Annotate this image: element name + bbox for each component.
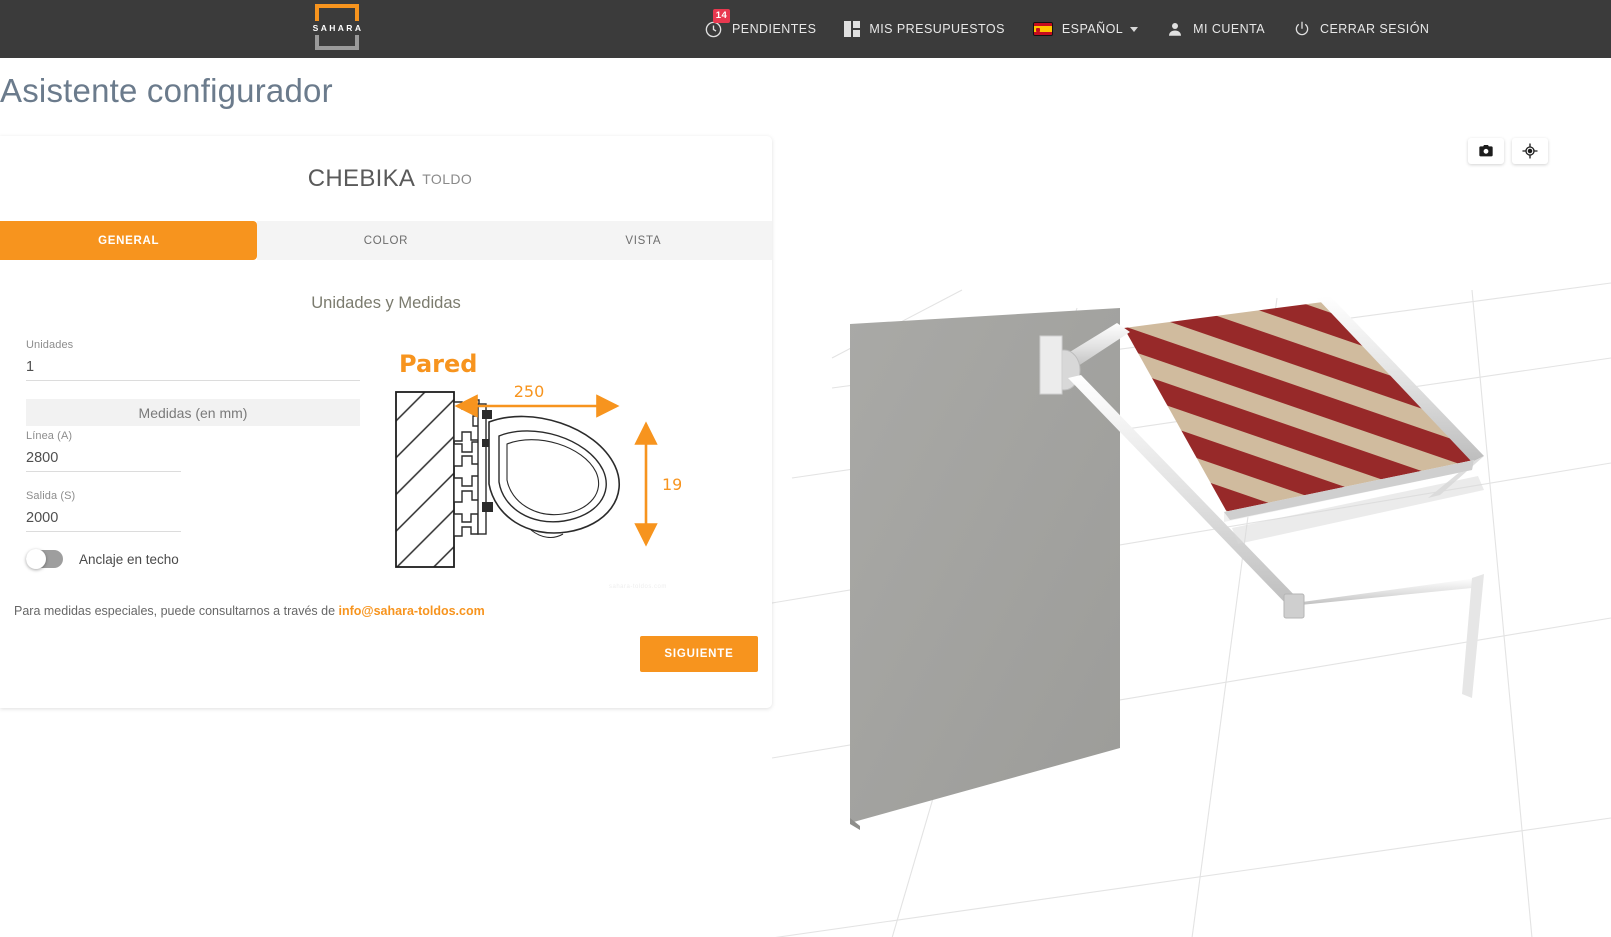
pared-label: Pared (399, 350, 478, 378)
nav-label-mis-presupuestos: MIS PRESUPUESTOS (869, 22, 1005, 36)
card-header: CHEBIKA TOLDO (0, 136, 772, 221)
model-type: TOLDO (422, 170, 473, 187)
nav-label-mi-cuenta: MI CUENTA (1193, 22, 1266, 36)
profile-bolt-bottom (482, 502, 493, 512)
profile-rail (477, 403, 487, 535)
toggle-knob (26, 549, 46, 569)
logo-top-shape (315, 4, 359, 21)
nav-item-pendientes[interactable]: 14 PENDIENTES (690, 0, 830, 58)
contact-email-link[interactable]: info@sahara-toldos.com (339, 604, 485, 618)
mounting-profile (453, 399, 480, 537)
card-body: Unidades 1 Medidas (en mm) Línea (A) 280… (0, 339, 772, 590)
nav-label-pendientes: PENDIENTES (732, 22, 817, 36)
nav-label-idioma: ESPAÑOL (1061, 22, 1124, 36)
unidades-input[interactable]: 1 (26, 351, 360, 381)
target-icon (1522, 143, 1538, 159)
dashboard-grid-icon (844, 21, 861, 37)
page-title: Asistente configurador (0, 72, 333, 109)
3d-awning-render[interactable] (772, 58, 1611, 937)
logo-wordmark: SAHARA (312, 23, 364, 33)
anclaje-toggle-label: Anclaje en techo (79, 551, 179, 567)
viewport-controls (1468, 138, 1548, 164)
field-label-linea: Línea (A) (26, 430, 73, 442)
nav-item-mi-cuenta[interactable]: MI CUENTA (1152, 0, 1279, 58)
field-label-unidades: Unidades (26, 339, 74, 351)
spain-flag-icon (1032, 22, 1053, 36)
diagram-column: 250 196 Pared sahara-toldos.com (371, 339, 772, 590)
field-linea[interactable]: Línea (A) 2800 (26, 430, 371, 472)
field-unidades[interactable]: Unidades 1 (26, 339, 371, 381)
chevron-down-icon[interactable] (1130, 26, 1139, 32)
technical-diagram: 250 196 Pared sahara-toldos.com (381, 344, 693, 609)
person-icon (1166, 20, 1184, 38)
top-navigation-bar: SAHARA 14 PENDIENTES MIS PRESUPUESTOS ES… (0, 0, 1611, 58)
form-column: Unidades 1 Medidas (en mm) Línea (A) 280… (26, 339, 371, 569)
nav-item-mis-presupuestos[interactable]: MIS PRESUPUESTOS (830, 0, 1018, 58)
nav-label-cerrar-sesion: CERRAR SESIÓN (1320, 22, 1430, 36)
anclaje-toggle-row: Anclaje en techo (26, 549, 371, 569)
dimension-label-250: 250 (514, 382, 545, 401)
nav-items-group: 14 PENDIENTES MIS PRESUPUESTOS ESPAÑOL M (690, 0, 1443, 58)
recenter-view-button[interactable] (1512, 138, 1548, 164)
configurator-card: CHEBIKA TOLDO GENERAL COLOR VISTA Unidad… (0, 136, 772, 708)
tab-color[interactable]: COLOR (257, 221, 515, 260)
clock-icon: 14 (704, 8, 730, 39)
siguiente-button[interactable]: SIGUIENTE (640, 636, 758, 672)
diagram-watermark: sahara-toldos.com (609, 584, 667, 590)
model-name: CHEBIKA (307, 164, 416, 192)
tab-general[interactable]: GENERAL (0, 221, 258, 260)
nav-item-cerrar-sesion[interactable]: CERRAR SESIÓN (1279, 0, 1443, 58)
section-title: Unidades y Medidas (311, 294, 461, 312)
linea-input[interactable]: 2800 (26, 442, 181, 472)
pendientes-badge: 14 (713, 8, 730, 23)
cassette-outline (488, 415, 620, 534)
field-salida[interactable]: Salida (S) 2000 (26, 490, 371, 532)
camera-icon (1479, 145, 1493, 157)
dimension-label-196: 196 (662, 475, 681, 494)
3d-viewport[interactable] (772, 58, 1611, 937)
screenshot-button[interactable] (1468, 138, 1504, 164)
salida-input[interactable]: 2000 (26, 502, 181, 532)
sahara-logo[interactable]: SAHARA (311, 4, 363, 56)
tab-bar: GENERAL COLOR VISTA (0, 221, 772, 260)
special-measures-note: Para medidas especiales, puede consultar… (14, 604, 485, 618)
anclaje-en-techo-toggle[interactable] (26, 549, 63, 569)
measures-header-bar: Medidas (en mm) (26, 399, 360, 426)
field-label-salida: Salida (S) (26, 490, 76, 502)
wall-section (395, 391, 455, 568)
nav-item-idioma[interactable]: ESPAÑOL (1019, 0, 1152, 58)
profile-bolt-top (482, 410, 492, 419)
logo-bottom-shape (315, 35, 359, 50)
tab-vista[interactable]: VISTA (514, 221, 772, 260)
power-icon (1293, 20, 1311, 38)
note-text: Para medidas especiales, puede consultar… (14, 604, 339, 618)
